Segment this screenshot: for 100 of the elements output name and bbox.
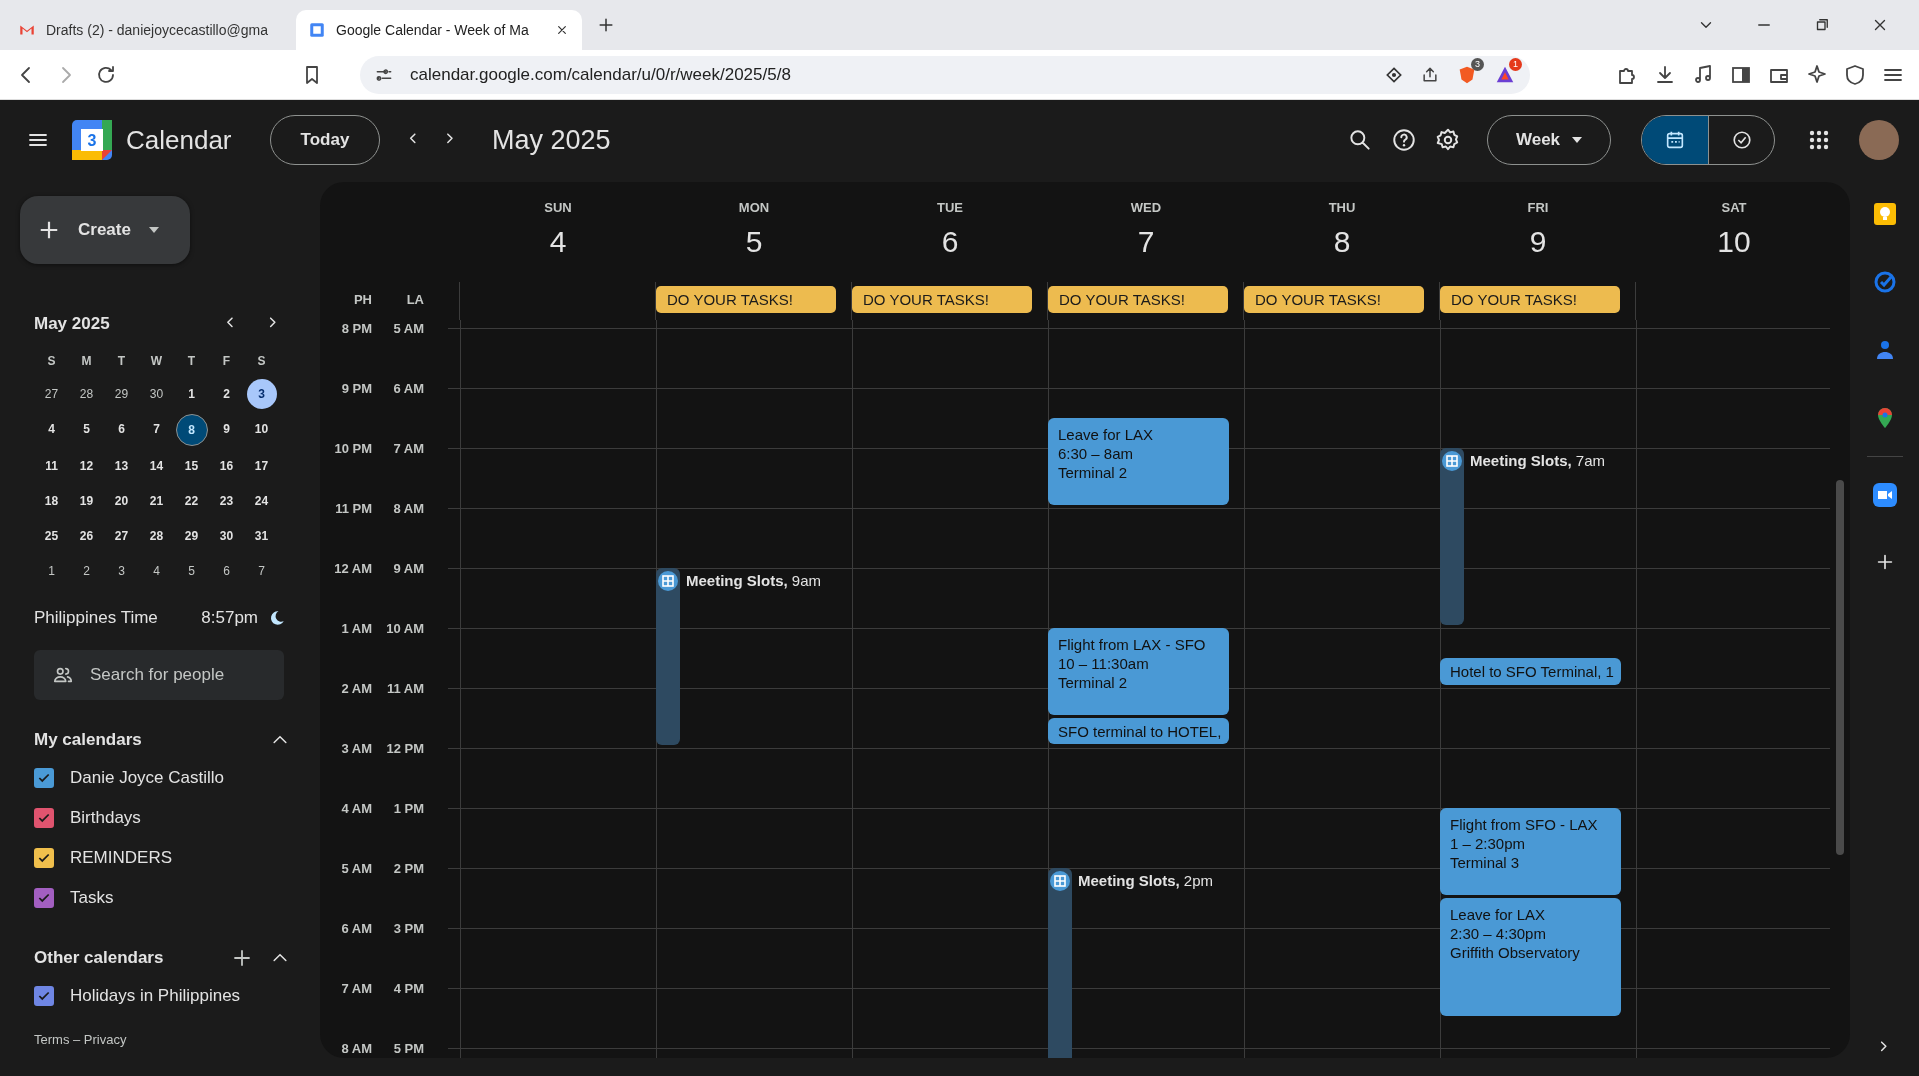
event-title[interactable]: Meeting Slots, 2pm [1078, 872, 1214, 889]
mini-calendar-day[interactable]: 27 [106, 520, 137, 551]
day-date[interactable]: 6 [941, 225, 959, 259]
event-card[interactable]: SFO terminal to HOTEL, [1048, 718, 1229, 744]
mini-calendar-day[interactable]: 4 [141, 555, 172, 586]
address-bar[interactable]: calendar.google.com/calendar/u/0/r/week/2025/5/8 3 1 [360, 55, 1530, 94]
appointment-slot-bar[interactable] [1440, 448, 1464, 625]
mini-calendar-day[interactable]: 18 [36, 485, 67, 516]
all-day-event[interactable]: DO YOUR TASKS! [1048, 286, 1228, 313]
mini-calendar-day[interactable]: 7 [141, 413, 172, 444]
mini-calendar-day[interactable]: 20 [106, 485, 137, 516]
day-name: FRI [1527, 200, 1549, 215]
mini-calendar-day[interactable]: 24 [246, 485, 277, 516]
mini-calendar-day[interactable]: 2 [211, 378, 242, 409]
event-title[interactable]: Meeting Slots, 9am [686, 572, 822, 589]
hour-label: 9 AM [392, 560, 424, 576]
search-people-field[interactable]: Search for people [34, 650, 284, 700]
calendar-checkbox[interactable] [34, 768, 54, 788]
help-icon[interactable] [1391, 127, 1417, 153]
mini-calendar-day[interactable]: 5 [71, 413, 102, 444]
day-date[interactable]: 8 [1333, 225, 1351, 259]
event-card[interactable]: Leave for LAX 2:30 – 4:30pm Griffith Observatory [1440, 898, 1621, 1016]
mini-calendar-day[interactable]: 6 [211, 555, 242, 586]
mini-calendar-day[interactable]: 26 [71, 520, 102, 551]
footer-links[interactable]: Terms – Privacy [34, 1032, 320, 1047]
mini-calendar-day[interactable]: 28 [141, 520, 172, 551]
mini-calendar-day[interactable]: 1 [176, 378, 207, 409]
video-icon[interactable] [1872, 483, 1897, 507]
mini-calendar-day[interactable]: 30 [141, 378, 172, 409]
view-dropdown[interactable]: Week [1487, 115, 1611, 165]
mini-calendar-day[interactable]: 4 [36, 413, 67, 444]
moon-icon [268, 609, 286, 627]
event-card[interactable]: Hotel to SFO Terminal, 1 [1440, 658, 1621, 685]
day-date[interactable]: 4 [549, 225, 567, 259]
browser-tab[interactable]: Google Calendar - Week of Ma [296, 10, 582, 50]
mini-calendar-day[interactable]: 23 [211, 485, 242, 516]
mini-calendar-day[interactable]: 31 [246, 520, 277, 551]
calendar-checkbox[interactable] [34, 986, 54, 1006]
mini-calendar-day[interactable]: 11 [36, 450, 67, 481]
add-icon[interactable] [232, 948, 252, 968]
check-circle-icon[interactable] [1872, 270, 1897, 294]
all-day-event[interactable]: DO YOUR TASKS! [1440, 286, 1620, 313]
create-button[interactable]: Create [20, 196, 190, 264]
mini-calendar-day[interactable]: 22 [176, 485, 207, 516]
vpn-icon[interactable] [1843, 62, 1867, 87]
settings-icon[interactable] [1435, 127, 1461, 153]
mini-calendar-day[interactable]: 10 [246, 413, 277, 444]
mini-calendar-day[interactable]: 8 [175, 413, 208, 446]
bulb-icon[interactable] [1872, 202, 1897, 226]
mini-calendar-day[interactable]: 29 [176, 520, 207, 551]
all-day-event[interactable]: DO YOUR TASKS! [656, 286, 836, 313]
appointment-slot-bar[interactable] [656, 568, 680, 745]
mini-calendar-day[interactable]: 1 [36, 555, 67, 586]
event-card[interactable]: Flight from LAX - SFO 10 – 11:30am Terminal 2 [1048, 628, 1229, 715]
mini-calendar-day[interactable]: 30 [211, 520, 242, 551]
hour-label: 6 AM [340, 920, 372, 936]
event-card[interactable]: Flight from SFO - LAX 1 – 2:30pm Terminal 3 [1440, 808, 1621, 895]
mini-calendar-day[interactable]: 28 [71, 378, 102, 409]
search-icon[interactable] [1347, 127, 1373, 153]
calendar-checkbox[interactable] [34, 808, 54, 828]
mini-calendar-day[interactable]: 19 [71, 485, 102, 516]
mini-calendar-day[interactable]: 3 [106, 555, 137, 586]
mini-calendar-day[interactable]: 13 [106, 450, 137, 481]
mini-calendar-day[interactable]: 29 [106, 378, 137, 409]
scrollbar[interactable] [1836, 480, 1844, 855]
apps-icon[interactable] [1807, 128, 1831, 152]
mini-calendar-day[interactable]: 12 [71, 450, 102, 481]
day-date[interactable]: 5 [745, 225, 763, 259]
mini-calendar-day[interactable]: 15 [176, 450, 207, 481]
event-title[interactable]: Meeting Slots, 7am [1470, 452, 1606, 469]
timezone-label: PH [352, 291, 372, 309]
check-icon [37, 851, 51, 865]
today-button[interactable]: Today [270, 115, 380, 165]
day-date[interactable]: 7 [1137, 225, 1155, 259]
mini-calendar-day[interactable]: 7 [246, 555, 277, 586]
app-name: Calendar [126, 124, 233, 156]
mini-calendar-day[interactable]: 14 [141, 450, 172, 481]
calendar-checkbox[interactable] [34, 848, 54, 868]
event-card[interactable]: Leave for LAX 6:30 – 8am Terminal 2 [1048, 418, 1229, 505]
mini-calendar-day[interactable]: 16 [211, 450, 242, 481]
mini-calendar-day[interactable]: 2 [71, 555, 102, 586]
day-date[interactable]: 10 [1717, 225, 1751, 259]
mini-calendar-day[interactable]: 6 [106, 413, 137, 444]
mini-calendar-day[interactable]: 17 [246, 450, 277, 481]
all-day-event[interactable]: DO YOUR TASKS! [852, 286, 1032, 313]
hour-label: 3 AM [340, 740, 372, 756]
appointment-slot-bar[interactable] [1048, 868, 1072, 1058]
avatar[interactable] [1859, 120, 1899, 160]
mini-calendar-day[interactable]: 3 [246, 378, 277, 409]
mini-calendar-day[interactable]: 5 [176, 555, 207, 586]
mini-calendar-day[interactable]: 21 [141, 485, 172, 516]
mini-calendar-day[interactable]: 9 [211, 413, 242, 444]
weekday-label: S [47, 353, 56, 370]
browser-tab[interactable]: Drafts (2) - daniejoycecastillo@gma [6, 10, 296, 50]
day-date[interactable]: 9 [1529, 225, 1547, 259]
calendar-checkbox[interactable] [34, 888, 54, 908]
mini-calendar-day[interactable]: 25 [36, 520, 67, 551]
mini-calendar-day[interactable]: 27 [36, 378, 67, 409]
calendar-view-toggle[interactable] [1642, 116, 1708, 164]
all-day-event[interactable]: DO YOUR TASKS! [1244, 286, 1424, 313]
